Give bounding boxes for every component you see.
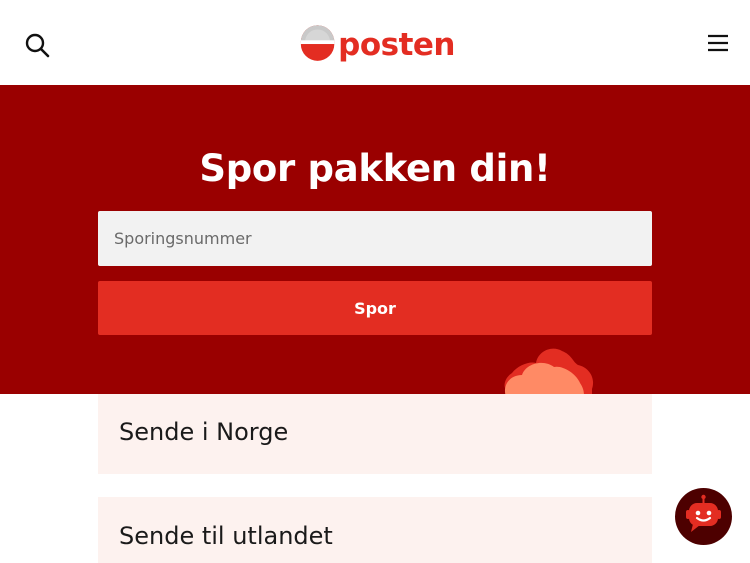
decorative-blob: [504, 348, 593, 394]
logo-text: posten: [338, 27, 455, 63]
chatbot-icon: [686, 494, 721, 532]
posten-logo-mark: [300, 25, 335, 61]
service-card-send-abroad[interactable]: Sende til utlandet: [98, 497, 652, 563]
hero-title: Spor pakken din!: [199, 147, 551, 190]
tracking-number-input[interactable]: [98, 211, 652, 266]
service-card-label: Sende til utlandet: [119, 522, 333, 550]
posten-logo[interactable]: posten: [300, 19, 455, 65]
hamburger-menu-icon: [708, 34, 728, 52]
service-card-label: Sende i Norge: [119, 418, 289, 446]
site-header: posten: [0, 0, 750, 85]
service-card-send-norway[interactable]: Sende i Norge: [98, 394, 652, 474]
menu-button[interactable]: [704, 29, 732, 57]
track-button[interactable]: Spor: [98, 281, 652, 335]
search-icon: [25, 33, 50, 58]
search-button[interactable]: [22, 30, 52, 60]
chat-button[interactable]: [675, 488, 732, 545]
tracking-hero: Spor pakken din! Spor: [0, 85, 750, 394]
